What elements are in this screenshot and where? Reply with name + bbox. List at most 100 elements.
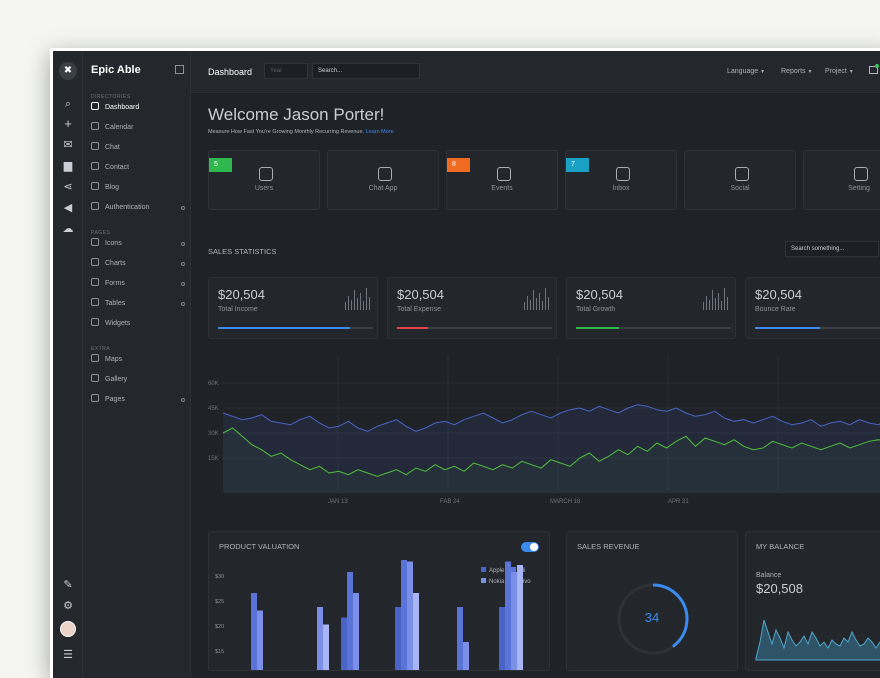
sidebar-item-label: Blog [105, 184, 120, 191]
globe-icon [91, 182, 99, 190]
search-input[interactable]: Search... [312, 63, 420, 79]
sidebar-item-tables[interactable]: Tables [91, 297, 187, 311]
plus-icon[interactable]: + [61, 117, 75, 131]
sidebar-item-label: Contact [105, 164, 130, 171]
mini-bar [351, 300, 352, 310]
sidebar-item-forms[interactable]: Forms [91, 277, 187, 291]
balance-area [755, 619, 880, 661]
calendar-icon [91, 122, 99, 130]
sidebar-item-chat[interactable]: Chat [91, 141, 187, 155]
mini-bar [718, 293, 719, 310]
reports-menu[interactable]: Reports ▼ [781, 68, 812, 75]
bar [353, 593, 359, 670]
sidebar-item-label: Maps [105, 356, 123, 363]
icon-rail: ✖ ⌕ + ✉ ▆ ⋖ ◀ ☁ ✎ ⚙ ☰ [53, 51, 83, 678]
stat-card: $20,504 Total Income [208, 277, 378, 339]
legend-swatch [481, 578, 486, 583]
shortcut-card-chat-app[interactable]: Chat App [327, 150, 439, 210]
sales-statistics-heading: SALES STATISTICS [208, 247, 277, 256]
sales-revenue-heading: SALES REVENUE [577, 542, 640, 551]
sidebar-item-label: Authentication [105, 204, 150, 211]
x-tick-label: FAB 24 [440, 499, 460, 505]
mini-bar [530, 300, 531, 310]
mini-bar [727, 297, 728, 310]
topbar: Dashboard Year Search... Language ▼ Repor… [191, 51, 880, 93]
sidebar-item-pages[interactable]: Pages [91, 393, 187, 407]
stat-label: Bounce Rate [755, 306, 796, 313]
sidebar-item-contact[interactable]: Contact [91, 161, 187, 175]
sales-search-input[interactable]: Search something... [785, 241, 879, 257]
sidebar-item-label: Gallery [105, 376, 128, 383]
bar [257, 610, 263, 670]
shortcut-card-setting[interactable]: Setting [803, 150, 880, 210]
sidebar-item-widgets[interactable]: Widgets [91, 317, 187, 331]
gear-icon[interactable]: ⚙ [61, 599, 75, 613]
shortcut-card-users[interactable]: 5 Users [208, 150, 320, 210]
widget-icon [91, 318, 99, 326]
folder-icon[interactable]: ▆ [61, 159, 75, 173]
stat-progress-fill [218, 327, 350, 329]
stat-label: Total Growth [576, 306, 616, 313]
grid-icon[interactable] [175, 65, 184, 74]
sidebar-item-icons[interactable]: Icons [91, 237, 187, 251]
language-menu[interactable]: Language ▼ [727, 68, 765, 75]
mail-icon[interactable]: ✉ [61, 138, 75, 152]
mini-bar [527, 296, 528, 310]
brush-icon[interactable]: ✎ [61, 578, 75, 592]
sales-area-chart: 60K 45K 30K 15K JAN 13 FAB 24 MARCH 18 APR 31 [208, 355, 880, 505]
image-icon [91, 374, 99, 382]
stat-progress-fill [755, 327, 821, 329]
menu-icon[interactable]: ☰ [61, 648, 75, 662]
bar [341, 617, 347, 670]
share-icon [735, 167, 749, 181]
stat-progress-fill [397, 327, 428, 329]
lock-icon [91, 202, 99, 210]
sidebar-item-dashboard[interactable]: Dashboard [91, 101, 187, 115]
sidebar-item-label: Pages [105, 396, 125, 403]
logo-icon[interactable]: ✖ [59, 62, 77, 80]
avatar[interactable] [60, 621, 76, 637]
sidebar-item-maps[interactable]: Maps [91, 353, 187, 367]
sidebar-item-charts[interactable]: Charts [91, 257, 187, 271]
share-icon[interactable]: ⋖ [61, 180, 75, 194]
sidebar-item-gallery[interactable]: Gallery [91, 373, 187, 387]
legend-swatch [511, 567, 516, 572]
legend-label: Nokia [489, 579, 505, 585]
calendar-icon [497, 167, 511, 181]
sidebar-item-calendar[interactable]: Calendar [91, 121, 187, 135]
megaphone-icon[interactable]: ◀ [61, 201, 75, 215]
bar-chart-icon [91, 258, 99, 266]
expand-indicator-icon [181, 398, 185, 402]
sidebar-item-blog[interactable]: Blog [91, 181, 187, 195]
card-label: Events [491, 185, 513, 192]
sidebar-item-label: Widgets [105, 320, 131, 327]
shortcut-card-social[interactable]: Social [684, 150, 796, 210]
mini-bar [536, 298, 537, 310]
sidebar-item-authentication[interactable]: Authentication [91, 201, 187, 215]
sidebar-item-label: Chat [105, 144, 120, 151]
mini-bar [524, 302, 525, 310]
mini-bar [363, 301, 364, 310]
valuation-toggle[interactable] [521, 542, 539, 552]
shortcut-card-events[interactable]: 8 Events [446, 150, 558, 210]
cloud-icon[interactable]: ☁ [61, 222, 75, 236]
learn-more-link[interactable]: Learn More [366, 129, 394, 135]
stat-value: $20,504 [576, 287, 623, 302]
mini-bar [706, 296, 707, 310]
search-icon[interactable]: ⌕ [61, 97, 75, 111]
contact-icon [91, 162, 99, 170]
stat-card: $20,504 Total Expense [387, 277, 557, 339]
x-tick-label: MARCH 18 [550, 499, 581, 505]
x-tick-label: JAN 13 [328, 499, 348, 505]
stat-value: $20,504 [218, 287, 265, 302]
year-input[interactable]: Year [264, 63, 308, 79]
project-menu[interactable]: Project ▼ [825, 68, 854, 75]
shortcut-card-inbox[interactable]: 7 Inbox [565, 150, 677, 210]
welcome-subtitle: Measure How Fast You're Growing Monthly … [208, 129, 394, 135]
expand-indicator-icon [181, 206, 185, 210]
cart-badge [875, 64, 879, 68]
mini-bar-chart-icon [524, 288, 549, 310]
mini-bar [709, 300, 710, 310]
balance-value: $20,508 [756, 581, 803, 596]
stat-progress-track [755, 327, 880, 329]
